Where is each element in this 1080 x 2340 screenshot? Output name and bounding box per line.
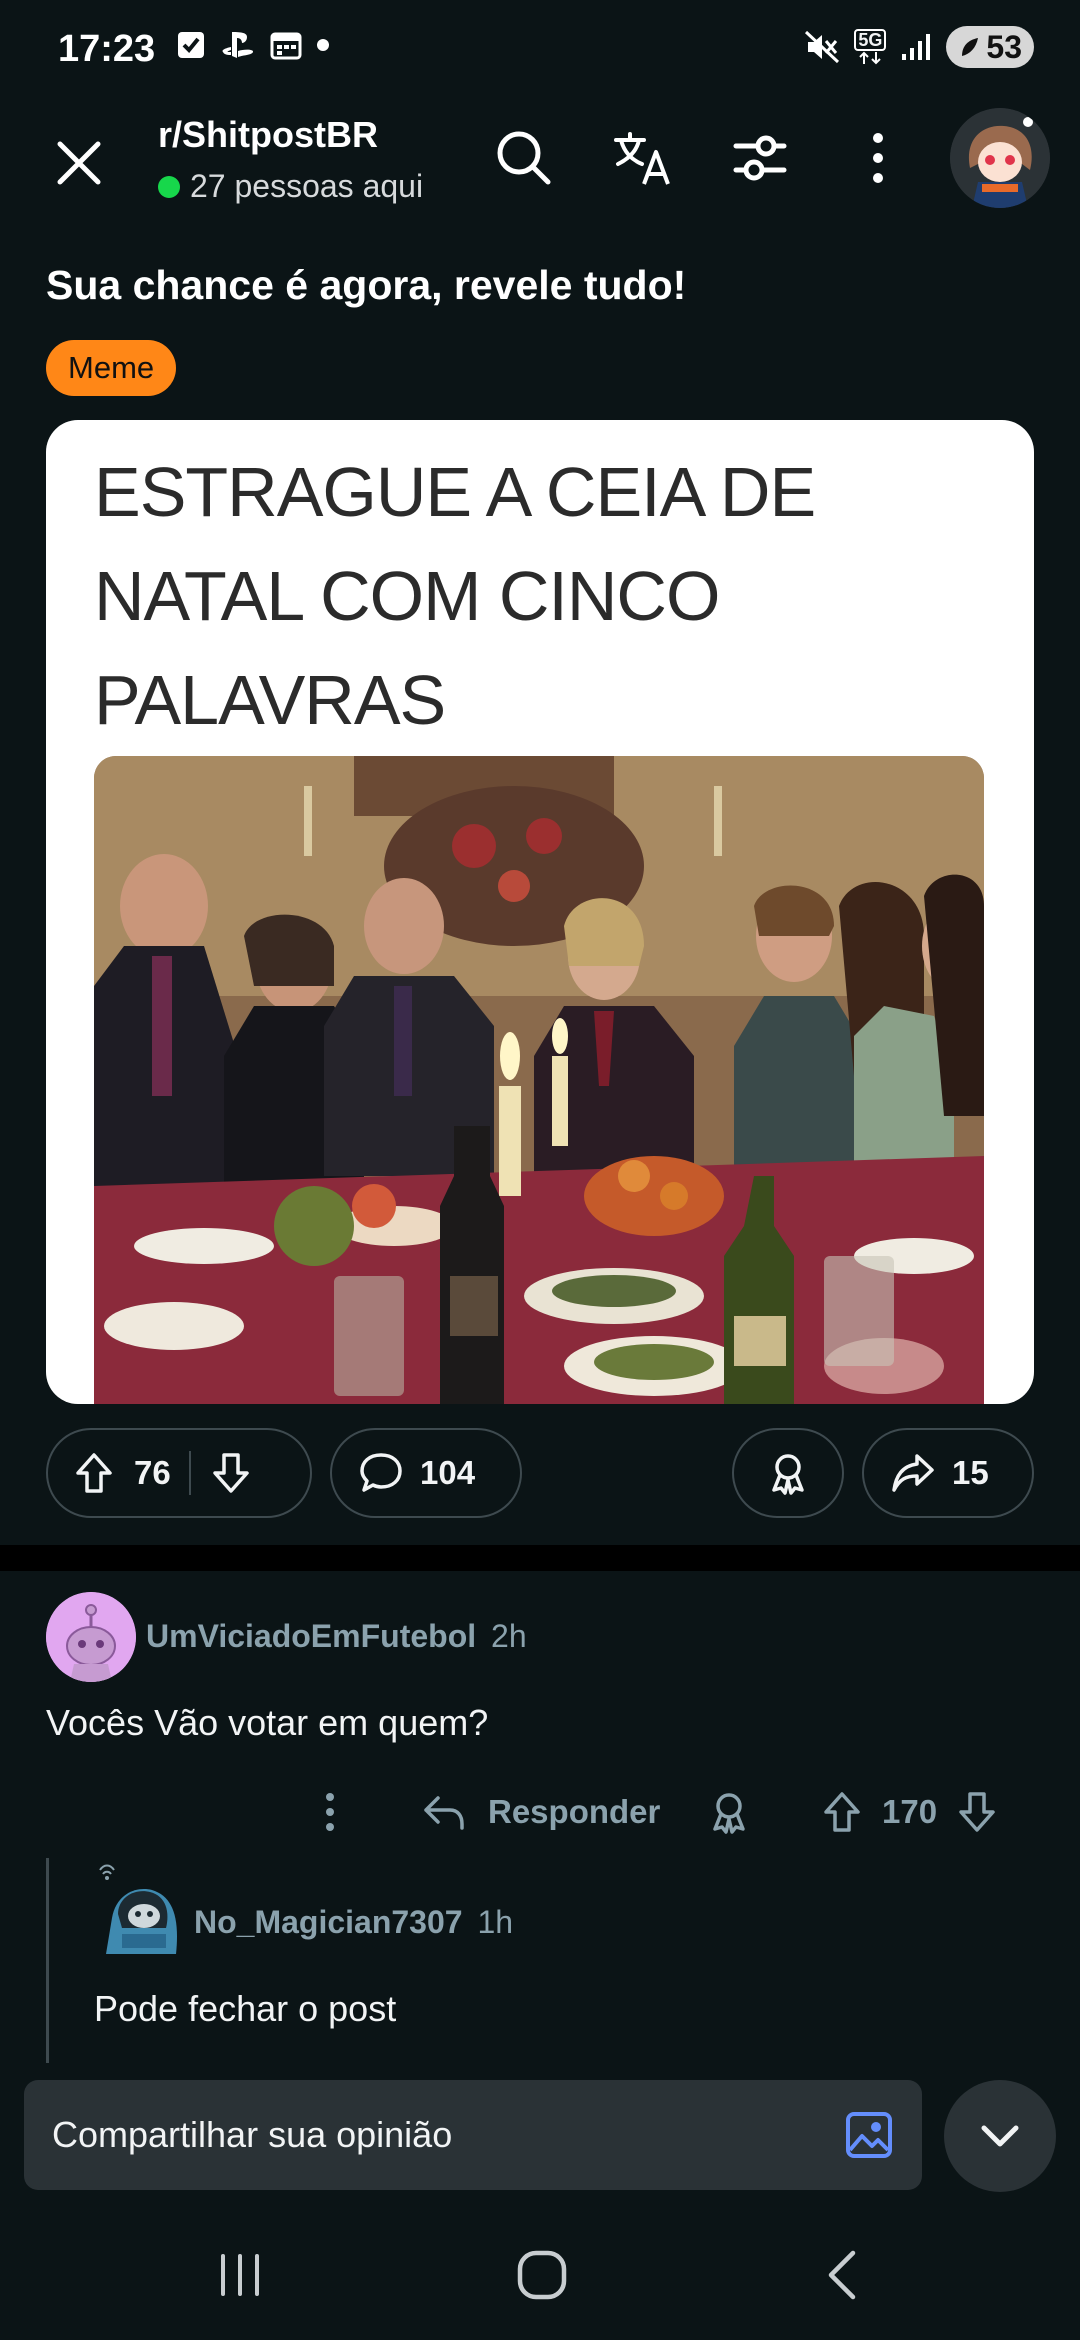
- search-icon: [497, 131, 551, 185]
- comments-button[interactable]: 104: [330, 1428, 522, 1518]
- calendar-icon: [270, 30, 302, 60]
- chevron-down-icon: [981, 2125, 1019, 2147]
- comment-vote-count: 170: [882, 1793, 938, 1830]
- thread-line[interactable]: [46, 1858, 49, 2063]
- filter-button[interactable]: [728, 126, 792, 190]
- meme-caption-line: NATAL COM CINCO: [94, 557, 720, 635]
- network-label: 5G: [854, 29, 887, 51]
- image-icon: [846, 2112, 892, 2158]
- more-icon: [326, 1793, 334, 1831]
- home-button[interactable]: [502, 2240, 582, 2310]
- share-count: 15: [952, 1454, 989, 1491]
- network-5g-icon: 5G: [854, 29, 887, 65]
- dinner-photo: [94, 756, 984, 1404]
- upvote-icon: [76, 1453, 112, 1493]
- close-button[interactable]: [50, 134, 108, 192]
- dot-icon: [316, 38, 330, 52]
- downvote-button[interactable]: [209, 1451, 253, 1495]
- translate-icon: [614, 132, 670, 185]
- home-icon: [517, 2250, 567, 2300]
- comment-count: 104: [420, 1454, 476, 1491]
- battery-icon: 53: [946, 26, 1034, 68]
- reply-author[interactable]: No_Magician7307: [194, 1904, 463, 1940]
- recent-apps-button[interactable]: [200, 2240, 280, 2310]
- mute-icon: [804, 30, 840, 64]
- collapse-button[interactable]: [944, 2080, 1056, 2192]
- meme-caption: ESTRAGUE A CEIA DE NATAL COM CINCO PALAV…: [94, 440, 994, 752]
- downvote-icon: [212, 1453, 249, 1493]
- meme-caption-line: ESTRAGUE A CEIA DE: [94, 453, 816, 531]
- add-image-button[interactable]: [844, 2110, 894, 2160]
- composer-placeholder: Compartilhar sua opinião: [52, 2114, 453, 2155]
- status-time: 17:23: [58, 28, 156, 70]
- reply-body: Pode fechar o post: [94, 1988, 397, 2029]
- reply-author-line: No_Magician7307 1h: [194, 1904, 513, 1941]
- signal-icon: [900, 32, 932, 62]
- close-icon: [57, 141, 101, 185]
- vote-divider: [188, 1451, 191, 1495]
- award-icon: [772, 1454, 804, 1495]
- comment-more-button[interactable]: [312, 1782, 348, 1842]
- post-vote-count: 76: [134, 1454, 171, 1491]
- battery-level: 53: [986, 28, 1022, 65]
- comment-award-button[interactable]: [706, 1782, 752, 1842]
- reply-age: 1h: [477, 1904, 514, 1940]
- downvote-icon: [959, 1792, 995, 1832]
- more-icon: [873, 133, 883, 183]
- comment-author[interactable]: UmViciadoEmFutebol: [146, 1618, 476, 1654]
- post-image[interactable]: ESTRAGUE A CEIA DE NATAL COM CINCO PALAV…: [46, 420, 1034, 1404]
- share-icon: [892, 1454, 934, 1492]
- online-count: 27 pessoas aqui: [158, 168, 423, 205]
- translate-button[interactable]: [610, 126, 674, 190]
- comment-author-line: UmViciadoEmFutebol 2h: [146, 1618, 527, 1655]
- filter-icon: [733, 135, 787, 181]
- status-left-icons: [176, 30, 330, 60]
- post-vote-bar: 76: [46, 1428, 312, 1518]
- comment-composer[interactable]: Compartilhar sua opinião: [24, 2080, 922, 2190]
- post-title[interactable]: Sua chance é agora, revele tudo!: [46, 262, 686, 309]
- back-button[interactable]: [804, 2240, 884, 2310]
- subreddit-name[interactable]: r/ShitpostBR: [158, 114, 378, 156]
- comment-age: 2h: [491, 1618, 527, 1654]
- share-button[interactable]: 15: [862, 1428, 1034, 1518]
- search-button[interactable]: [492, 126, 556, 190]
- back-icon: [828, 2250, 856, 2300]
- post-flair[interactable]: Meme: [46, 340, 177, 396]
- online-dot-icon: [158, 175, 180, 198]
- upvote-icon: [824, 1792, 860, 1832]
- online-count-label: 27 pessoas aqui: [190, 168, 424, 204]
- reply-button[interactable]: Responder: [420, 1782, 660, 1842]
- comment-upvote-button[interactable]: [820, 1790, 864, 1834]
- section-divider: [0, 1545, 1080, 1571]
- comment-icon: [360, 1453, 402, 1492]
- recents-icon: [221, 2254, 259, 2296]
- reply-avatar[interactable]: [96, 1858, 186, 1958]
- comment-vote-bar: 170: [820, 1782, 999, 1842]
- reply-label: Responder: [488, 1793, 661, 1830]
- upvote-button[interactable]: [72, 1451, 116, 1495]
- status-right-icons: 5G 53: [804, 26, 1034, 68]
- playstation-icon: [220, 30, 256, 60]
- comment-body: Vocês Vão votar em quem?: [46, 1702, 489, 1743]
- avatar[interactable]: [950, 108, 1050, 208]
- comment-downvote-button[interactable]: [955, 1790, 999, 1834]
- reply-icon: [424, 1796, 464, 1830]
- award-icon: [713, 1793, 745, 1834]
- comment-avatar[interactable]: [46, 1592, 136, 1682]
- meme-caption-line: PALAVRAS: [94, 661, 446, 739]
- check-box-icon: [176, 30, 206, 60]
- award-button[interactable]: [732, 1428, 844, 1518]
- more-options-button[interactable]: [846, 126, 910, 190]
